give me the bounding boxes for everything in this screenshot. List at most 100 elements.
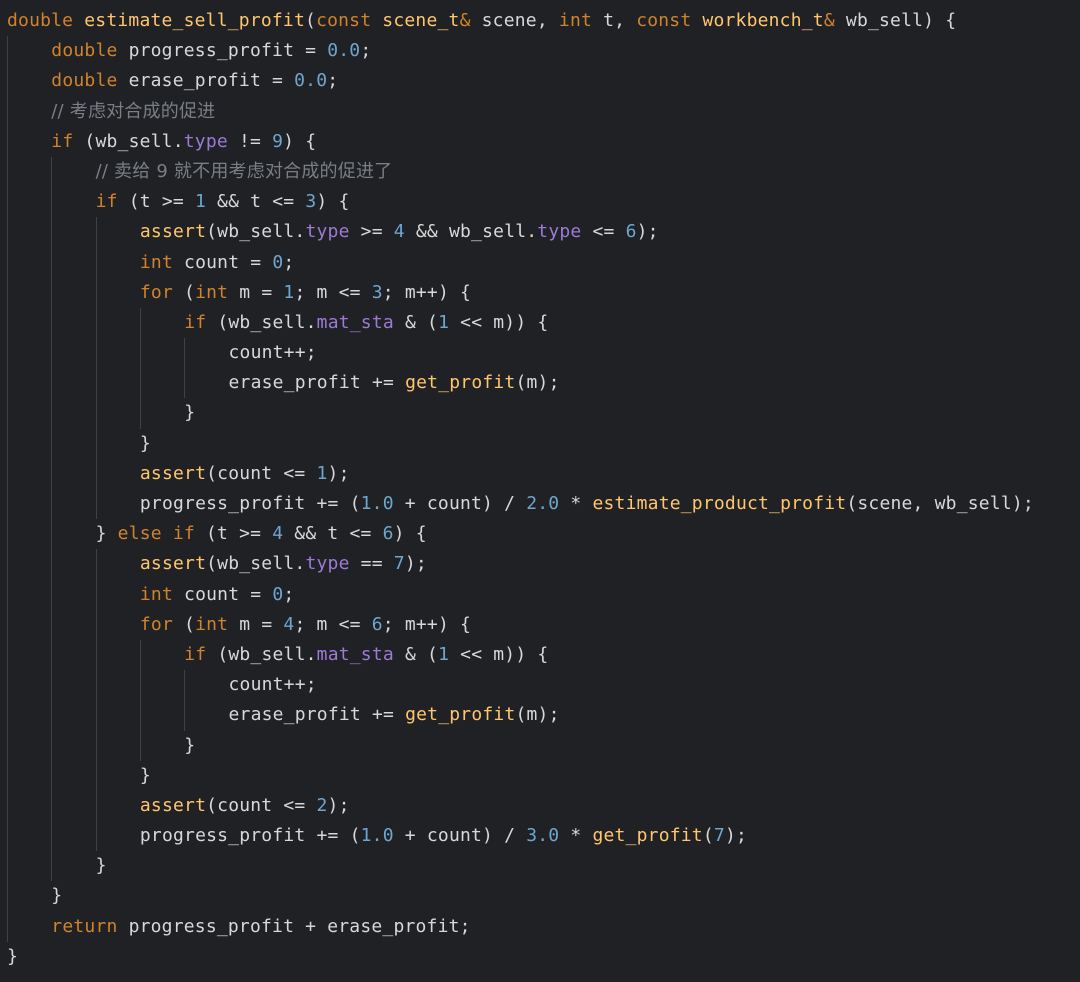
indent-guide — [7, 458, 8, 489]
code-line[interactable]: } — [7, 881, 1034, 912]
code-line[interactable]: // 卖给 9 就不用考虑对合成的促进了 — [7, 156, 1034, 188]
indent-guide — [95, 247, 97, 278]
code-line[interactable]: progress_profit += (1.0 + count) / 2.0 *… — [7, 489, 1034, 520]
code-line[interactable]: assert(wb_sell.type >= 4 && wb_sell.type… — [7, 217, 1034, 248]
code-line[interactable]: assert(wb_sell.type == 7); — [7, 549, 1034, 580]
member-token: type — [537, 221, 582, 243]
code-line[interactable]: if (wb_sell.mat_sta & (1 << m)) { — [7, 307, 1034, 339]
code-line[interactable]: int count = 0; — [7, 579, 1034, 610]
code-token: (scene, wb_sell); — [846, 493, 1034, 514]
code-line[interactable]: progress_profit += (1.0 + count) / 3.0 *… — [7, 821, 1034, 852]
number-token: 1.0 — [360, 493, 394, 514]
code-line[interactable]: count++; — [7, 670, 1034, 701]
code-token: } — [95, 523, 118, 545]
indent-guide — [7, 489, 8, 520]
code-line[interactable]: erase_profit += get_profit(m); — [7, 368, 1034, 399]
code-line[interactable]: double estimate_sell_profit(const scene_… — [7, 6, 1034, 36]
keyword-token: return — [51, 915, 129, 937]
code-line-content: int count = 0; — [140, 252, 295, 273]
code-line[interactable]: for (int m = 1; m <= 3; m++) { — [7, 277, 1034, 308]
code-line-content: for (int m = 4; m <= 6; m++) { — [140, 614, 471, 635]
code-line[interactable]: } — [7, 428, 1034, 459]
code-token: progress_profit + erase_profit; — [128, 915, 471, 937]
code-token: ); — [404, 553, 427, 575]
indent-guide — [184, 700, 186, 731]
code-line-content: progress_profit += (1.0 + count) / 2.0 *… — [140, 493, 1034, 514]
code-line-content: if (wb_sell.mat_sta & (1 << m)) { — [184, 312, 548, 333]
indent-guide — [51, 458, 53, 489]
keyword-token: const — [316, 10, 383, 31]
number-token: 1 — [194, 191, 206, 213]
code-line[interactable]: assert(count <= 2); — [7, 790, 1034, 822]
keyword-token: & — [823, 10, 846, 31]
code-token: && wb_sell. — [404, 221, 538, 243]
indent-guide — [51, 338, 53, 369]
member-token: type — [305, 221, 350, 243]
number-token: 1 — [438, 311, 450, 333]
code-line[interactable]: for (int m = 4; m <= 6; m++) { — [7, 609, 1034, 640]
code-line[interactable]: } — [7, 730, 1034, 761]
code-token: ( — [702, 825, 714, 847]
code-line[interactable]: int count = 0; — [7, 247, 1034, 278]
code-line-content: if (t >= 1 && t <= 3) { — [96, 191, 350, 212]
code-line-content: assert(count <= 1); — [140, 463, 350, 484]
function-token: assert — [139, 553, 207, 575]
indent-guide — [7, 730, 8, 761]
code-line[interactable]: count++; — [7, 338, 1034, 369]
code-token: } — [51, 885, 63, 907]
indent-guide — [7, 307, 8, 339]
code-token: erase_profit += — [228, 704, 406, 726]
code-line[interactable]: } — [7, 398, 1034, 429]
number-token: 6 — [382, 523, 394, 545]
code-line[interactable]: // 考虑对合成的促进 — [7, 96, 1034, 127]
code-token: erase_profit += — [228, 372, 406, 394]
code-token: count++; — [228, 342, 317, 364]
indent-guide — [95, 217, 97, 248]
indent-guide — [51, 549, 53, 580]
code-line[interactable]: } — [7, 942, 1034, 972]
code-line-content: erase_profit += get_profit(m); — [229, 372, 560, 393]
indent-guide — [7, 126, 8, 157]
code-line[interactable]: return progress_profit + erase_profit; — [7, 911, 1034, 942]
number-token: 0.0 — [294, 70, 328, 92]
indent-guide — [7, 338, 8, 369]
indent-guide — [95, 579, 97, 610]
comment-token: // 考虑对合成的促进 — [51, 100, 216, 122]
number-token: 3.0 — [526, 825, 560, 847]
code-line-content: } — [7, 946, 18, 967]
code-line[interactable]: } else if (t >= 4 && t <= 6) { — [7, 519, 1034, 550]
code-line[interactable]: } — [7, 851, 1034, 882]
code-editor[interactable]: double estimate_sell_profit(const scene_… — [0, 0, 1080, 982]
code-line[interactable]: double erase_profit = 0.0; — [7, 66, 1034, 97]
code-line[interactable]: if (wb_sell.mat_sta & (1 << m)) { — [7, 639, 1034, 671]
code-line[interactable]: assert(count <= 1); — [7, 458, 1034, 489]
keyword-token: for — [139, 281, 185, 303]
member-token: type — [305, 553, 350, 575]
indent-guide — [184, 338, 186, 369]
indent-guide — [7, 187, 8, 218]
keyword-token: if — [95, 191, 129, 213]
indent-guide — [51, 639, 53, 671]
indent-guide — [95, 489, 97, 520]
number-token: 1 — [283, 281, 295, 303]
indent-guide — [184, 368, 186, 399]
code-line[interactable]: if (t >= 1 && t <= 3) { — [7, 187, 1034, 218]
code-line-content: } — [96, 855, 107, 876]
indent-guide — [7, 36, 8, 67]
indent-guide — [7, 821, 8, 852]
number-token: 0.0 — [327, 40, 361, 62]
function-token: estimate_product_profit — [592, 493, 847, 514]
code-line[interactable]: if (wb_sell.type != 9) { — [7, 126, 1034, 157]
indent-guide — [7, 277, 8, 308]
code-token: ) { — [283, 130, 317, 152]
code-line-content: double progress_profit = 0.0; — [51, 40, 371, 61]
code-token: >= — [349, 221, 394, 243]
code-line-content: double estimate_sell_profit(const scene_… — [7, 10, 956, 31]
indent-guide — [51, 821, 53, 852]
code-line[interactable]: } — [7, 760, 1034, 791]
code-token: erase_profit = — [128, 70, 295, 92]
indent-guide — [51, 307, 53, 339]
code-line[interactable]: erase_profit += get_profit(m); — [7, 700, 1034, 731]
code-block[interactable]: double estimate_sell_profit(const scene_… — [7, 6, 1034, 972]
code-line[interactable]: double progress_profit = 0.0; — [7, 36, 1034, 67]
